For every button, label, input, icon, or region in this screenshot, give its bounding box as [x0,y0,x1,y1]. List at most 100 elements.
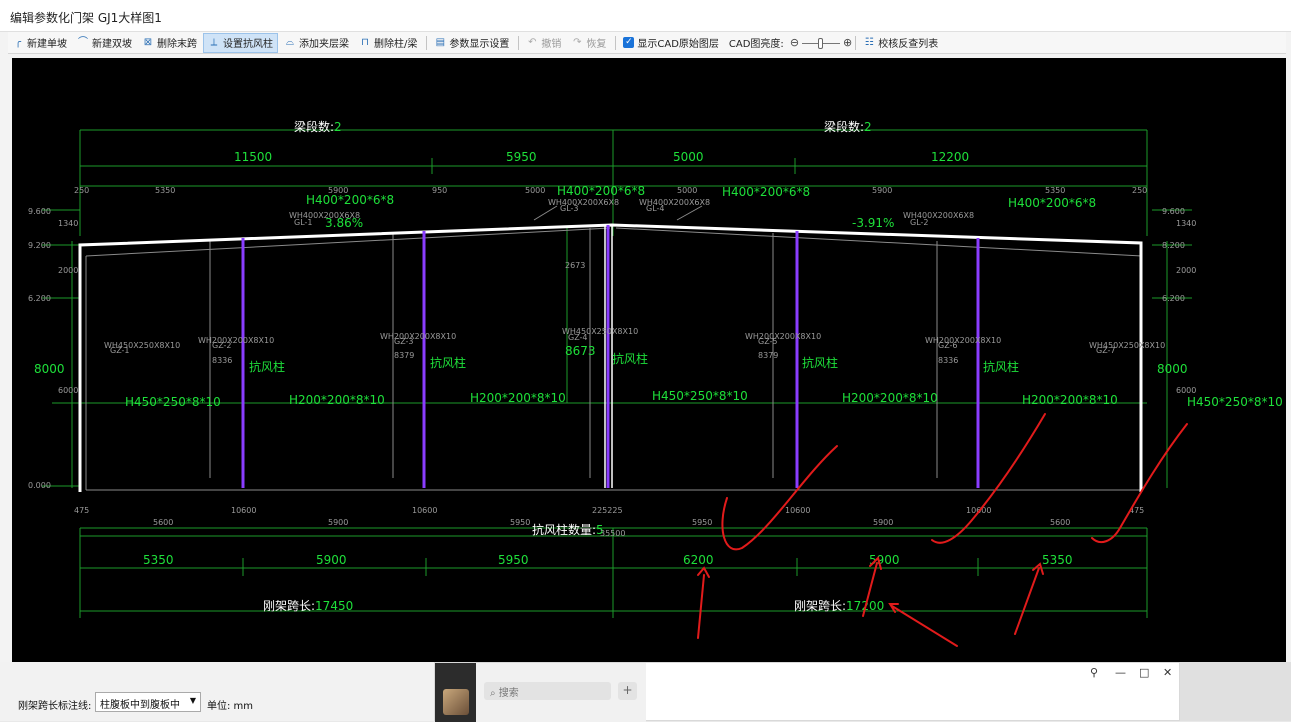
delete-column-beam-button[interactable]: ⊓ 删除柱/梁 [355,33,421,53]
mid-small-height: 2673 [565,261,585,270]
left-small-dim-3: 9.200 [28,241,51,250]
span-line-select[interactable]: 柱腹板中到腹板中 ▼ [95,692,201,712]
unit-label: 单位: mm [207,701,254,712]
set-wind-column-button[interactable]: ⟂ 设置抗风柱 [203,32,278,53]
wind-col-label-3: 抗风柱 [612,351,648,366]
toolbar: ╭ 新建单坡 ⌒ 新建双坡 ⊠ 删除末跨 ⟂ 设置抗风柱 ⌓ 添加夹层梁 ⊓ 删除柱/梁 ▤… [8,32,1286,54]
left-small-dim-7: 0.000 [28,481,51,490]
bottom-small-dim-10: 5900 [873,518,893,527]
new-double-slope-button[interactable]: ⌒ 新建双坡 [73,33,136,53]
new-single-slope-button[interactable]: ╭ 新建单坡 [8,33,71,53]
beam-section-1: H400*200*6*8 [306,193,394,207]
span-line-value: 柱腹板中到腹板中 [100,700,180,711]
col-small-id-2: GZ-3 [394,337,414,346]
redo-button[interactable]: ↷ 恢复 [567,33,610,53]
delete-span-icon: ⊠ [143,36,153,48]
mid-col-id: GZ-4 [568,333,588,342]
single-slope-icon: ╭ [14,36,22,48]
undo-button[interactable]: ↶ 撤销 [522,33,565,53]
zoom-out-icon[interactable]: ⊖ [790,36,799,49]
bottom-dim-6: 5350 [1042,553,1073,567]
title-bar: 编辑参数化门架 GJ1大样图1 [0,0,1291,32]
beam-section-2: H400*200*6*8 [557,184,645,198]
bottom-dim-3: 5950 [498,553,529,567]
cad-brightness-slider[interactable] [802,37,841,49]
right-small-dim-3: 8.200 [1162,241,1185,250]
toolbar-divider [615,35,617,50]
add-mezzanine-beam-button[interactable]: ⌓ 添加夹层梁 [280,33,353,53]
bottom-small-dim-8: 5950 [692,518,712,527]
toolbar-divider [518,35,520,50]
toolbar-divider [426,35,428,50]
span-right: 刚架跨长:17200 [794,599,884,613]
left-height: 8000 [34,362,65,376]
beam-small-2: WH400X200X6X8 [548,198,619,207]
beam-id-3: GL-4 [646,204,665,213]
wind-col-section-2: H200*200*8*10 [470,391,566,405]
top-dim-3: 5000 [673,150,704,164]
slider-thumb[interactable] [818,37,824,49]
zoom-in-icon[interactable]: ⊕ [843,36,852,49]
left-small-dim-6: 6000 [58,386,78,395]
minimize-icon[interactable]: — [1115,666,1126,679]
wind-col-small-height-1: 8336 [212,356,232,365]
small-top-dim-5: 5000 [525,186,545,195]
col-small-id-3: GZ-5 [758,337,778,346]
chat-window: ⌕ 搜索 + ⚲ — □ ✕ [434,662,1180,722]
beam-section-3: H400*200*6*8 [722,185,810,199]
wind-col-small-height-4: 8336 [938,356,958,365]
param-display-settings-button[interactable]: ▤ 参数显示设置 [430,33,513,53]
small-top-dim-7: 5900 [872,186,892,195]
slope-right: -3.91% [852,216,894,230]
bottom-dim-1: 5350 [143,553,174,567]
beam-id-1: GL-1 [294,218,313,227]
avatar[interactable] [443,689,469,715]
search-icon: ⌕ [490,688,499,699]
wind-col-section-1: H200*200*8*10 [289,393,385,407]
col-small-id-4: GZ-6 [938,341,958,350]
chat-search-input[interactable]: ⌕ 搜索 [484,682,611,700]
add-chat-button[interactable]: + [618,682,637,700]
mezzanine-icon: ⌓ [286,36,294,48]
bottom-small-dim-6: 5950 [510,518,530,527]
span-line-label: 刚架跨长标注线: [18,701,92,712]
app-window: 编辑参数化门架 GJ1大样图1 ╭ 新建单坡 ⌒ 新建双坡 ⊠ 删除末跨 ⟂ 设置抗风柱… [0,0,1291,722]
bottom-small-dim-9: 10600 [785,506,810,515]
redo-icon: ↷ [573,36,582,48]
bottom-small-dim-3: 10600 [231,506,256,515]
close-icon[interactable]: ✕ [1163,666,1172,679]
bottom-small-dim-2: 5600 [153,518,173,527]
bottom-dim-2: 5900 [316,553,347,567]
side-col-section-left: H450*250*8*10 [125,395,221,409]
wind-col-label-4: 抗风柱 [802,355,838,370]
small-top-dim-3: 5900 [328,186,348,195]
right-small-dim-4: 2000 [1176,266,1196,275]
beam-id-2: GL-3 [560,204,579,213]
wind-col-label-2: 抗风柱 [430,355,466,370]
maximize-icon[interactable]: □ [1139,666,1149,679]
pin-icon[interactable]: ⚲ [1090,666,1098,679]
bottom-small-dim-7: 225225 [592,506,623,515]
chevron-down-icon: ▼ [189,696,196,705]
beam-id-4: GL-2 [910,218,929,227]
check-list-button[interactable]: ☷ 校核反查列表 [859,33,942,53]
bottom-small-dim-4: 5900 [328,518,348,527]
wind-col-small-4: WH200X200X8X10 [925,336,1001,345]
chat-sidebar [435,663,476,722]
right-small-dim-6: 6000 [1176,386,1196,395]
bottom-small-dim-5: 10600 [412,506,437,515]
left-small-dim-1: 9.600 [28,207,51,216]
top-dim-4: 12200 [931,150,969,164]
toolbar-divider [855,35,857,50]
wind-col-section-4: H200*200*8*10 [1022,393,1118,407]
small-top-dim-1: 250 [74,186,89,195]
wind-col-small-1: WH200X200X8X10 [198,336,274,345]
drawing-canvas[interactable]: 梁段数:2 梁段数:2 11500 5950 5000 12200 H400*2… [12,58,1286,662]
left-small-dim-4: 2000 [58,266,78,275]
delete-last-span-button[interactable]: ⊠ 删除末跨 [138,33,201,53]
small-top-dim-2: 5350 [155,186,175,195]
left-small-dim-2: 1340 [58,219,78,228]
small-top-dim-4: 950 [432,186,447,195]
segment-left-label: 梁段数:2 [294,119,342,134]
show-cad-layer-checkbox[interactable]: ✓ 显示CAD原始图层 [619,33,723,53]
